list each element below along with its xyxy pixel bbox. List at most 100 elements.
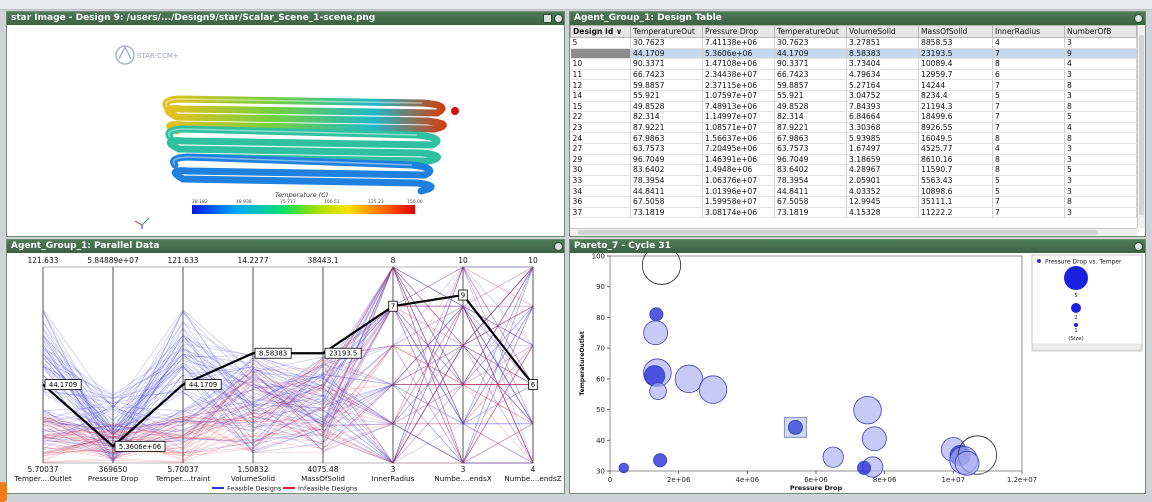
table-cell[interactable]: 9 <box>570 48 631 60</box>
table-row[interactable]: 23 87.9221 1.08571e+07 87.9221 3.30368 8926.5… <box>570 122 1137 134</box>
table-cell[interactable]: 7 <box>992 111 1065 123</box>
table-cell[interactable]: 8 <box>992 154 1065 166</box>
table-row[interactable]: 11 66.7423 2.34438e+07 66.7423 4.79634 12959.… <box>570 69 1137 81</box>
scatter-point[interactable] <box>653 453 668 468</box>
table-cell[interactable]: 2.34438e+07 <box>702 69 775 81</box>
side-tab[interactable] <box>0 482 7 502</box>
design-table[interactable]: Design Id ∨ TemperatureOut Pressure Drop Te… <box>570 25 1137 219</box>
table-cell[interactable]: 67.9863 <box>630 132 703 144</box>
table-row[interactable]: 29 96.7049 1.46391e+06 96.7049 3.18659 8610.1… <box>570 154 1137 166</box>
table-row[interactable]: 14 55.921 1.07597e+07 55.921 3.04752 8234.4 5 3 <box>570 90 1137 102</box>
table-cell[interactable]: 90.3371 <box>630 58 703 70</box>
table-cell[interactable]: 96.7049 <box>630 154 703 166</box>
table-cell[interactable]: 6.84664 <box>846 111 919 123</box>
column-header[interactable]: NumberOfB <box>1064 25 1137 38</box>
table-cell[interactable]: 44.1709 <box>774 48 847 60</box>
table-cell[interactable]: 7.84393 <box>846 101 919 113</box>
table-cell[interactable]: 83.6402 <box>774 164 847 176</box>
plot-area[interactable] <box>609 255 1023 472</box>
table-cell[interactable]: 10898.6 <box>918 185 993 197</box>
table-row[interactable]: 15 49.8528 7.48913e+06 49.8528 7.84393 21194.… <box>570 101 1137 113</box>
column-header[interactable]: Pressure Drop <box>702 25 775 38</box>
table-cell[interactable]: 3 <box>1064 143 1137 155</box>
table-row[interactable]: 36 67.5058 1.59958e+07 67.5058 12.9945 35111.… <box>570 196 1137 208</box>
table-cell[interactable]: 4.28967 <box>846 164 919 176</box>
table-row[interactable]: 22 82.314 1.14997e+07 82.314 6.84664 18499.6 7… <box>570 111 1137 123</box>
table-cell[interactable]: 7.41138e+06 <box>702 37 775 49</box>
table-cell[interactable]: 96.7049 <box>774 154 847 166</box>
panel-close-icon[interactable] <box>1134 14 1143 23</box>
table-cell[interactable]: 14 <box>570 90 631 102</box>
table-cell[interactable]: 1.07597e+07 <box>702 90 775 102</box>
table-cell[interactable]: 22 <box>570 111 631 123</box>
table-cell[interactable]: 12959.7 <box>918 69 993 81</box>
table-cell[interactable]: 8 <box>1064 79 1137 91</box>
table-cell[interactable]: 36 <box>570 196 631 208</box>
scatter-point[interactable] <box>649 307 664 322</box>
table-row[interactable]: 5 30.7623 7.41138e+06 30.7623 3.27851 8858.53… <box>570 37 1137 49</box>
table-cell[interactable]: 49.8528 <box>630 101 703 113</box>
table-cell[interactable]: 5 <box>992 175 1065 187</box>
table-cell[interactable]: 35111.1 <box>918 196 993 208</box>
scrollbar-thumb[interactable] <box>1139 35 1144 215</box>
pareto-scatter-chart[interactable]: 30 40 50 60 70 80 90 100 0 2e+06 4e+06 6e+06 8e+06 1e… <box>570 253 1145 493</box>
table-row[interactable]: 30 83.6402 1.4948e+06 83.6402 4.28967 11590.7… <box>570 164 1137 176</box>
table-cell[interactable]: 3 <box>1064 185 1137 197</box>
scatter-point[interactable] <box>954 450 980 476</box>
legend-scrollbar[interactable] <box>1032 343 1142 351</box>
table-row[interactable]: 12 59.8857 2.37115e+06 59.8857 5.27164 14244 7… <box>570 79 1137 91</box>
table-cell[interactable]: 1.14997e+07 <box>702 111 775 123</box>
table-cell[interactable]: 10089.4 <box>918 58 993 70</box>
table-cell[interactable]: 21194.3 <box>918 101 993 113</box>
table-cell[interactable]: 7 <box>992 79 1065 91</box>
parallel-chart-area[interactable]: 121.633 5.70037 Temper....Outlet 5.84889e+0… <box>7 253 564 493</box>
column-header[interactable]: Design Id ∨ <box>570 25 631 38</box>
table-cell[interactable]: 67.5058 <box>630 196 703 208</box>
column-header[interactable]: InnerRadius <box>992 25 1065 38</box>
table-cell[interactable]: 87.9221 <box>630 122 703 134</box>
table-cell[interactable]: 30.7623 <box>630 37 703 49</box>
image-viewport[interactable]: STAR-CCM+ Temperature (C) 28.182 48.938 … <box>7 25 564 236</box>
table-cell[interactable]: 7 <box>992 101 1065 113</box>
table-cell[interactable]: 4 <box>1064 58 1137 70</box>
table-cell[interactable]: 5 <box>992 90 1065 102</box>
scatter-point[interactable] <box>649 382 667 400</box>
table-row[interactable]: 9 44.1709 5.3606e+06 44.1709 8.58383 23193.5 7… <box>570 48 1137 60</box>
table-cell[interactable]: 15 <box>570 101 631 113</box>
table-cell[interactable]: 5.93985 <box>846 132 919 144</box>
table-cell[interactable]: 8 <box>1064 196 1137 208</box>
table-cell[interactable]: 12.9945 <box>846 196 919 208</box>
table-row[interactable]: 34 44.8411 1.01396e+07 44.8411 4.03352 10898.… <box>570 185 1137 197</box>
table-cell[interactable]: 33 <box>570 175 631 187</box>
table-cell[interactable]: 11590.7 <box>918 164 993 176</box>
panel-close-icon[interactable] <box>554 14 563 23</box>
table-cell[interactable]: 4 <box>1064 122 1137 134</box>
table-cell[interactable]: 3 <box>1064 90 1137 102</box>
table-cell[interactable]: 5 <box>1064 111 1137 123</box>
table-row[interactable]: 37 73.1819 3.08174e+06 73.1819 4.15328 11222.… <box>570 207 1137 219</box>
table-cell[interactable]: 83.6402 <box>630 164 703 176</box>
table-cell[interactable]: 34 <box>570 185 631 197</box>
table-cell[interactable]: 3.08174e+06 <box>702 207 775 219</box>
table-cell[interactable]: 8 <box>1064 132 1137 144</box>
table-cell[interactable]: 1.06376e+07 <box>702 175 775 187</box>
table-horizontal-scrollbar[interactable] <box>570 228 1137 236</box>
table-cell[interactable]: 90.3371 <box>774 58 847 70</box>
table-cell[interactable]: 8 <box>992 58 1065 70</box>
scatter-point[interactable] <box>853 395 882 425</box>
table-cell[interactable]: 5 <box>570 37 631 49</box>
table-cell[interactable]: 63.7573 <box>630 143 703 155</box>
table-cell[interactable]: 82.314 <box>774 111 847 123</box>
table-cell[interactable]: 73.1819 <box>630 207 703 219</box>
scatter-point[interactable] <box>644 365 666 387</box>
table-cell[interactable]: 3.04752 <box>846 90 919 102</box>
column-header[interactable]: MassOfSolid <box>918 25 993 38</box>
table-cell[interactable]: 1.46391e+06 <box>702 154 775 166</box>
table-cell[interactable]: 5.3606e+06 <box>702 48 775 60</box>
scatter-point[interactable] <box>822 446 844 468</box>
table-cell[interactable]: 5 <box>1064 164 1137 176</box>
table-cell[interactable]: 3.18659 <box>846 154 919 166</box>
table-cell[interactable]: 8610.16 <box>918 154 993 166</box>
scatter-point[interactable] <box>674 364 704 394</box>
table-cell[interactable]: 11 <box>570 69 631 81</box>
